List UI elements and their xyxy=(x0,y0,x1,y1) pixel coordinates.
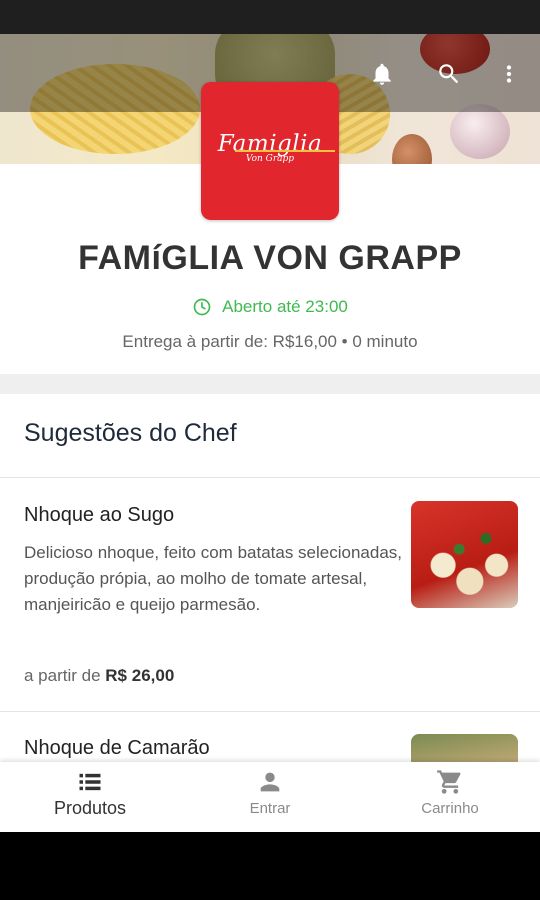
logo-underline xyxy=(235,150,335,152)
logo-wordmark: Famiglia xyxy=(217,131,323,157)
product-name[interactable]: Nhoque ao Sugo xyxy=(24,504,174,527)
restaurant-logo: Famiglia Von Grapp xyxy=(201,82,339,220)
product-image[interactable] xyxy=(411,501,518,608)
nav-item-produtos[interactable]: Produtos xyxy=(0,762,180,832)
clock-icon xyxy=(193,298,211,316)
nav-label: Entrar xyxy=(249,800,291,817)
price-prefix: a partir de xyxy=(24,666,101,685)
nav-label: Carrinho xyxy=(421,800,479,817)
cart-icon xyxy=(437,770,461,794)
product-name[interactable]: Nhoque de Camarão xyxy=(24,737,210,760)
person-icon xyxy=(260,772,280,792)
product-price: R$ 26,00 xyxy=(105,666,175,685)
restaurant-name: FAMíGLIA VON GRAPP xyxy=(78,239,462,277)
bottom-navigation: Produtos Entrar Carrinho xyxy=(0,762,540,832)
nav-item-entrar[interactable]: Entrar xyxy=(180,762,360,832)
search-icon xyxy=(439,64,459,84)
nav-label: Produtos xyxy=(53,798,127,818)
notifications-button[interactable] xyxy=(364,56,400,92)
section-separator xyxy=(0,374,540,394)
system-status-bar xyxy=(0,0,540,34)
nav-item-carrinho[interactable]: Carrinho xyxy=(360,762,540,832)
search-button[interactable] xyxy=(431,56,467,92)
delivery-info: Entrega à partir de: R$16,00 • 0 minuto xyxy=(122,332,418,351)
banner-onion xyxy=(392,134,432,164)
opening-hours: Aberto até 23:00 xyxy=(0,297,540,317)
section-title: Sugestões do Chef xyxy=(24,419,237,447)
more-options-button[interactable] xyxy=(491,56,527,92)
list-icon xyxy=(79,773,101,791)
divider xyxy=(0,477,540,478)
more-vert-icon xyxy=(506,65,512,83)
banner-garlic xyxy=(450,104,510,159)
logo-subtext: Von Grapp xyxy=(245,154,295,164)
divider xyxy=(0,711,540,712)
open-status-text: Aberto até 23:00 xyxy=(222,297,348,316)
bell-icon xyxy=(373,63,391,85)
product-description: Delicioso nhoque, feito com batatas sele… xyxy=(24,543,403,614)
app-screen: Famiglia Von Grapp FAMíGLIA VON GRAPP Ab… xyxy=(0,34,540,832)
system-navigation-area xyxy=(0,832,540,900)
product-price-row: a partir de R$ 26,00 xyxy=(24,666,174,686)
